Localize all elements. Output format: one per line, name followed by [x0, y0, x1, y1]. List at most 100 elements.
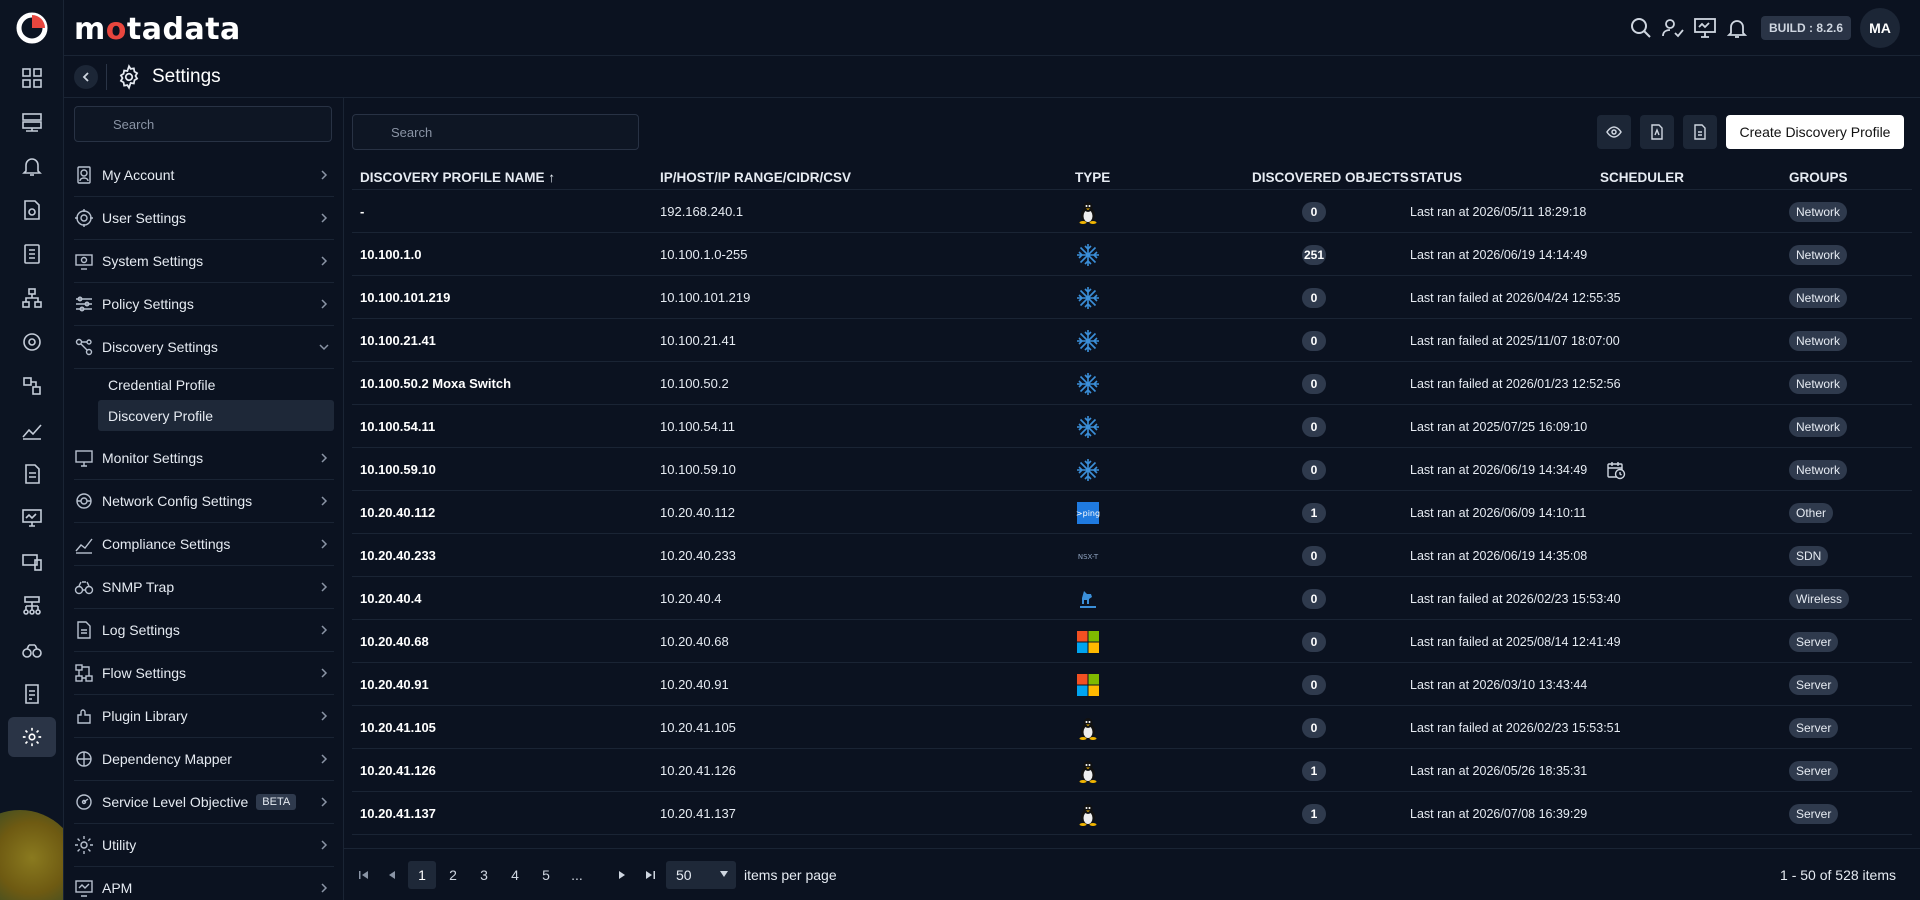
page-button-5[interactable]: 5 [532, 861, 560, 889]
discovered-count-badge[interactable]: 1 [1302, 803, 1326, 824]
network-config-rail-icon[interactable] [14, 324, 50, 360]
profile-search-input[interactable] [352, 114, 639, 150]
table-row[interactable]: 10.20.41.105 10.20.41.105 0 Last ran failed… [352, 706, 1912, 749]
topology-icon[interactable] [14, 280, 50, 316]
audit-icon[interactable] [14, 676, 50, 712]
settings-rail-icon[interactable] [8, 717, 56, 757]
discovered-count-badge[interactable]: 0 [1302, 631, 1326, 652]
bell-icon[interactable] [1725, 16, 1749, 40]
next-page-button[interactable] [608, 861, 636, 889]
discovered-count-badge[interactable]: 0 [1302, 674, 1326, 695]
profile-name[interactable]: 10.20.40.68 [360, 620, 429, 663]
table-row[interactable]: 10.20.41.126 10.20.41.126 1 Last ran at 202… [352, 749, 1912, 792]
inventory-icon[interactable] [14, 236, 50, 272]
discovered-count-badge[interactable]: 0 [1302, 201, 1326, 222]
profile-name[interactable]: 10.20.40.112 [360, 491, 435, 534]
flow-rail-icon[interactable] [14, 368, 50, 404]
sidebar-search-input[interactable] [74, 106, 332, 142]
table-row[interactable]: 10.100.59.10 10.100.59.10 0 Last ran at 202… [352, 448, 1912, 491]
profile-name[interactable]: 10.20.41.105 [360, 706, 436, 749]
table-row[interactable]: 10.20.40.91 10.20.40.91 0 Last ran at 2026/… [352, 663, 1912, 706]
discovered-count-badge[interactable]: 251 [1302, 244, 1326, 265]
sidebar-item-my-account[interactable]: My Account [74, 154, 334, 197]
back-button[interactable] [74, 65, 98, 89]
sidebar-item-compliance-settings[interactable]: Compliance Settings [74, 523, 334, 566]
profile-name[interactable]: 10.20.41.137 [360, 792, 436, 835]
page-button-1[interactable]: 1 [408, 861, 436, 889]
sidebar-item-system-settings[interactable]: System Settings [74, 240, 334, 283]
discovered-count-badge[interactable]: 1 [1302, 760, 1326, 781]
sidebar-item-log-settings[interactable]: Log Settings [74, 609, 334, 652]
discovered-count-badge[interactable]: 0 [1302, 330, 1326, 351]
sidebar-item-policy-settings[interactable]: Policy Settings [74, 283, 334, 326]
column-header-name[interactable]: DISCOVERY PROFILE NAME ↑ [360, 170, 555, 185]
profile-name[interactable]: 10.100.54.11 [360, 405, 435, 448]
export-pdf-button[interactable] [1640, 115, 1674, 149]
table-row[interactable]: 10.100.50.2 Moxa Switch 10.100.50.2 0 Last … [352, 362, 1912, 405]
log-rail-icon[interactable] [14, 456, 50, 492]
table-row[interactable]: 10.20.40.233 10.20.40.233 NSX-T 0 Last ran a… [352, 534, 1912, 577]
page-button-4[interactable]: 4 [501, 861, 529, 889]
table-row[interactable]: 10.100.54.11 10.100.54.11 0 Last ran at 202… [352, 405, 1912, 448]
profile-name[interactable]: 10.100.59.10 [360, 448, 436, 491]
search-icon[interactable] [1629, 16, 1653, 40]
avatar[interactable]: MA [1860, 8, 1900, 48]
sidebar-item-user-settings[interactable]: User Settings [74, 197, 334, 240]
servers-icon[interactable] [14, 104, 50, 140]
profile-name[interactable]: 10.20.40.91 [360, 663, 429, 706]
sidebar-item-network-config-settings[interactable]: Network Config Settings [74, 480, 334, 523]
profile-name[interactable]: 10.20.40.233 [360, 534, 436, 577]
per-page-select[interactable]: 50 [666, 861, 736, 889]
discovered-count-badge[interactable]: 1 [1302, 502, 1326, 523]
column-header-objects[interactable]: DISCOVERED OBJECTS [1252, 170, 1409, 185]
hierarchy-icon[interactable] [14, 588, 50, 624]
table-row[interactable]: 10.20.40.4 10.20.40.4 0 Last ran failed at … [352, 577, 1912, 620]
snmp-rail-icon[interactable] [14, 632, 50, 668]
alerts-icon[interactable] [14, 148, 50, 184]
profile-name[interactable]: 10.100.21.41 [360, 319, 436, 362]
brand-logo[interactable]: motadata [74, 12, 241, 47]
reports-icon[interactable] [14, 192, 50, 228]
table-row[interactable]: 10.100.1.0 10.100.1.0-255 251 Last ran at 2… [352, 233, 1912, 276]
sidebar-item-utility[interactable]: Utility [74, 824, 334, 867]
motadata-logo-icon[interactable] [14, 10, 50, 46]
page-button-3[interactable]: 3 [470, 861, 498, 889]
column-header-type[interactable]: TYPE [1075, 170, 1110, 185]
discovered-count-badge[interactable]: 0 [1302, 459, 1326, 480]
discovered-count-badge[interactable]: 0 [1302, 373, 1326, 394]
column-header-groups[interactable]: GROUPS [1789, 170, 1848, 185]
devices-icon[interactable] [14, 544, 50, 580]
page-button-2[interactable]: 2 [439, 861, 467, 889]
column-header-status[interactable]: STATUS [1410, 170, 1462, 185]
profile-name[interactable]: 10.100.1.0 [360, 233, 421, 276]
last-page-button[interactable] [636, 861, 664, 889]
sidebar-item-flow-settings[interactable]: Flow Settings [74, 652, 334, 695]
discovered-count-badge[interactable]: 0 [1302, 717, 1326, 738]
profile-name[interactable]: - [360, 190, 364, 233]
monitor-rail-icon[interactable] [14, 500, 50, 536]
first-page-button[interactable] [350, 861, 378, 889]
sidebar-item-apm[interactable]: APM [74, 867, 334, 900]
discovered-count-badge[interactable]: 0 [1302, 588, 1326, 609]
monitor-icon[interactable] [1693, 16, 1717, 40]
table-row[interactable]: 10.20.40.68 10.20.40.68 0 Last ran failed a… [352, 620, 1912, 663]
sidebar-item-monitor-settings[interactable]: Monitor Settings [74, 437, 334, 480]
table-row[interactable]: 10.20.40.112 10.20.40.112 >ping 1 Last ran a… [352, 491, 1912, 534]
create-discovery-profile-button[interactable]: Create Discovery Profile [1726, 115, 1904, 149]
export-csv-button[interactable] [1683, 115, 1717, 149]
sidebar-subitem-discovery-profile[interactable]: Discovery Profile [98, 400, 334, 431]
sidebar-item-plugin-library[interactable]: Plugin Library [74, 695, 334, 738]
profile-name[interactable]: 10.20.41.126 [360, 749, 436, 792]
metrics-icon[interactable] [14, 412, 50, 448]
dashboard-icon[interactable] [14, 60, 50, 96]
table-row[interactable]: 10.100.101.219 10.100.101.219 0 Last ran fa… [352, 276, 1912, 319]
profile-name[interactable]: 10.20.40.4 [360, 577, 421, 620]
prev-page-button[interactable] [378, 861, 406, 889]
profile-name[interactable]: 10.100.101.219 [360, 276, 450, 319]
table-row[interactable]: 10.20.41.137 10.20.41.137 1 Last ran at 202… [352, 792, 1912, 835]
sidebar-item-service-level-objective[interactable]: Service Level Objective BETA [74, 781, 334, 824]
user-check-icon[interactable] [1661, 16, 1685, 40]
sidebar-item-discovery-settings[interactable]: Discovery Settings [74, 326, 334, 369]
discovered-count-badge[interactable]: 0 [1302, 416, 1326, 437]
column-header-ip[interactable]: IP/HOST/IP RANGE/CIDR/CSV [660, 170, 851, 185]
